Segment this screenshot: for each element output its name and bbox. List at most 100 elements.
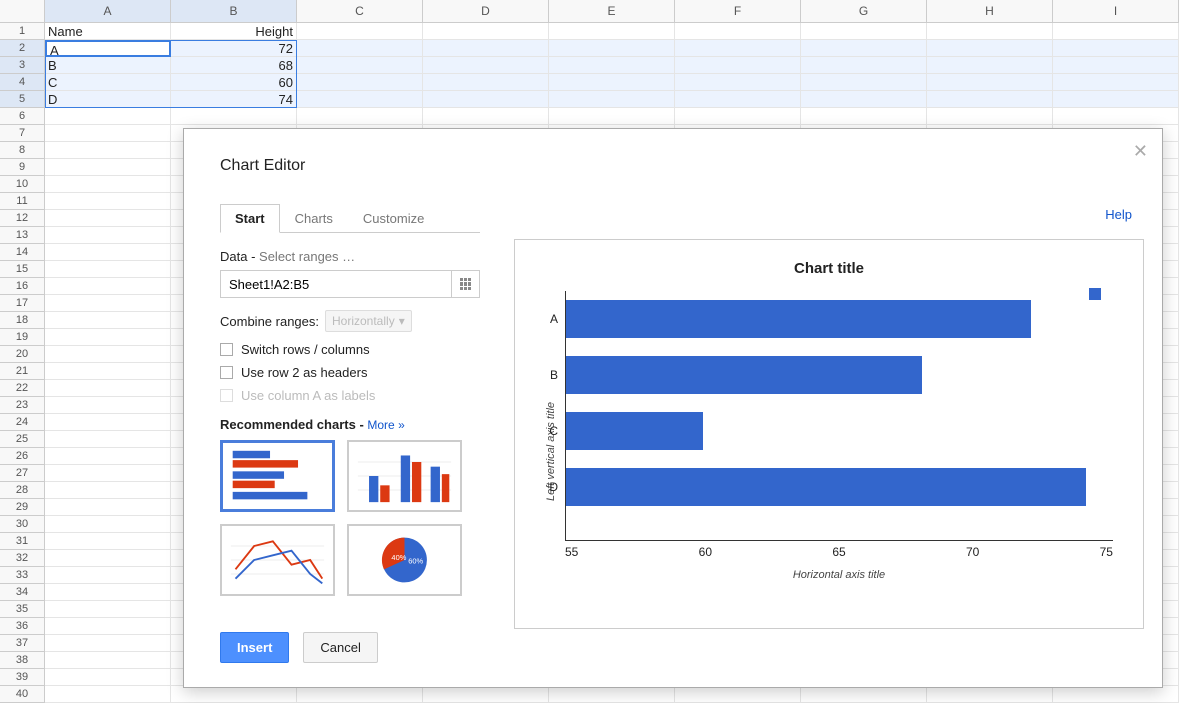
cell-A39[interactable] <box>45 669 171 686</box>
row-header-18[interactable]: 18 <box>0 312 45 329</box>
cell-I4[interactable] <box>1053 74 1179 91</box>
cell-G4[interactable] <box>801 74 927 91</box>
row-header-2[interactable]: 2 <box>0 40 45 57</box>
cell-B3[interactable]: 68 <box>171 57 297 74</box>
switch-rows-cols-checkbox[interactable] <box>220 343 233 356</box>
row-header-33[interactable]: 33 <box>0 567 45 584</box>
tab-charts[interactable]: Charts <box>280 204 348 233</box>
cell-A12[interactable] <box>45 210 171 227</box>
cell-A2[interactable]: A <box>45 40 171 57</box>
cell-I3[interactable] <box>1053 57 1179 74</box>
cell-A16[interactable] <box>45 278 171 295</box>
cell-E1[interactable] <box>549 23 675 40</box>
cell-I6[interactable] <box>1053 108 1179 125</box>
col-header-B[interactable]: B <box>171 0 297 23</box>
col-header-G[interactable]: G <box>801 0 927 23</box>
insert-button[interactable]: Insert <box>220 632 289 663</box>
cell-A9[interactable] <box>45 159 171 176</box>
cell-C1[interactable] <box>297 23 423 40</box>
row-header-22[interactable]: 22 <box>0 380 45 397</box>
row-header-9[interactable]: 9 <box>0 159 45 176</box>
more-charts-link[interactable]: More » <box>367 418 404 432</box>
cell-B5[interactable]: 74 <box>171 91 297 108</box>
cell-A37[interactable] <box>45 635 171 652</box>
cell-A17[interactable] <box>45 295 171 312</box>
col-header-F[interactable]: F <box>675 0 801 23</box>
cell-A1[interactable]: Name <box>45 23 171 40</box>
col-header-H[interactable]: H <box>927 0 1053 23</box>
row-header-16[interactable]: 16 <box>0 278 45 295</box>
cell-E4[interactable] <box>549 74 675 91</box>
cell-A27[interactable] <box>45 465 171 482</box>
cancel-button[interactable]: Cancel <box>303 632 377 663</box>
cell-A23[interactable] <box>45 397 171 414</box>
row-header-30[interactable]: 30 <box>0 516 45 533</box>
cell-D6[interactable] <box>423 108 549 125</box>
cell-A22[interactable] <box>45 380 171 397</box>
cell-A11[interactable] <box>45 193 171 210</box>
cell-A3[interactable]: B <box>45 57 171 74</box>
cell-A4[interactable]: C <box>45 74 171 91</box>
row-header-29[interactable]: 29 <box>0 499 45 516</box>
cell-E2[interactable] <box>549 40 675 57</box>
cell-A35[interactable] <box>45 601 171 618</box>
tab-customize[interactable]: Customize <box>348 204 439 233</box>
cell-A6[interactable] <box>45 108 171 125</box>
cell-A19[interactable] <box>45 329 171 346</box>
row-header-37[interactable]: 37 <box>0 635 45 652</box>
col-header-D[interactable]: D <box>423 0 549 23</box>
row-header-35[interactable]: 35 <box>0 601 45 618</box>
cell-A18[interactable] <box>45 312 171 329</box>
cell-B4[interactable]: 60 <box>171 74 297 91</box>
row-header-10[interactable]: 10 <box>0 176 45 193</box>
row-header-7[interactable]: 7 <box>0 125 45 142</box>
cell-A10[interactable] <box>45 176 171 193</box>
cell-A29[interactable] <box>45 499 171 516</box>
cell-F5[interactable] <box>675 91 801 108</box>
col-header-A[interactable]: A <box>45 0 171 23</box>
cell-A30[interactable] <box>45 516 171 533</box>
thumb-pie[interactable]: 40% 60% <box>347 524 462 596</box>
cell-A32[interactable] <box>45 550 171 567</box>
cell-G5[interactable] <box>801 91 927 108</box>
col-header-C[interactable]: C <box>297 0 423 23</box>
row-header-20[interactable]: 20 <box>0 346 45 363</box>
select-all-corner[interactable] <box>0 0 45 23</box>
cell-A7[interactable] <box>45 125 171 142</box>
cell-G6[interactable] <box>801 108 927 125</box>
use-row2-checkbox[interactable] <box>220 366 233 379</box>
thumb-vertical-bar[interactable] <box>347 440 462 512</box>
cell-A36[interactable] <box>45 618 171 635</box>
cell-H1[interactable] <box>927 23 1053 40</box>
cell-D5[interactable] <box>423 91 549 108</box>
cell-A26[interactable] <box>45 448 171 465</box>
cell-A38[interactable] <box>45 652 171 669</box>
cell-I5[interactable] <box>1053 91 1179 108</box>
row-header-32[interactable]: 32 <box>0 550 45 567</box>
row-header-8[interactable]: 8 <box>0 142 45 159</box>
cell-A28[interactable] <box>45 482 171 499</box>
cell-F3[interactable] <box>675 57 801 74</box>
row-header-13[interactable]: 13 <box>0 227 45 244</box>
cell-D1[interactable] <box>423 23 549 40</box>
row-header-3[interactable]: 3 <box>0 57 45 74</box>
range-picker-button[interactable] <box>451 271 479 297</box>
cell-C3[interactable] <box>297 57 423 74</box>
row-header-5[interactable]: 5 <box>0 91 45 108</box>
row-header-12[interactable]: 12 <box>0 210 45 227</box>
cell-A34[interactable] <box>45 584 171 601</box>
help-link[interactable]: Help <box>1105 207 1132 222</box>
cell-B6[interactable] <box>171 108 297 125</box>
row-header-34[interactable]: 34 <box>0 584 45 601</box>
row-header-25[interactable]: 25 <box>0 431 45 448</box>
cell-C4[interactable] <box>297 74 423 91</box>
cell-H5[interactable] <box>927 91 1053 108</box>
row-header-15[interactable]: 15 <box>0 261 45 278</box>
row-header-24[interactable]: 24 <box>0 414 45 431</box>
cell-A15[interactable] <box>45 261 171 278</box>
row-header-19[interactable]: 19 <box>0 329 45 346</box>
tab-start[interactable]: Start <box>220 204 280 233</box>
col-header-E[interactable]: E <box>549 0 675 23</box>
cell-A13[interactable] <box>45 227 171 244</box>
cell-A20[interactable] <box>45 346 171 363</box>
